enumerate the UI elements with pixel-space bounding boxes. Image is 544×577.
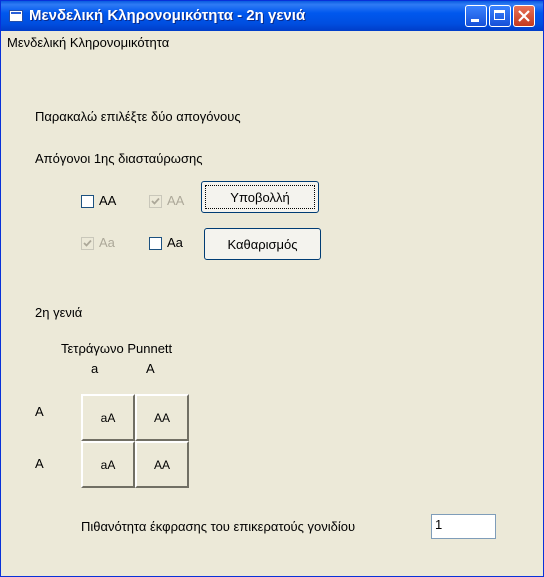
checkbox-aa-small-1[interactable] bbox=[81, 237, 94, 250]
checkbox-aa-2[interactable] bbox=[149, 195, 162, 208]
checkbox-aa-2-label: AA bbox=[167, 193, 185, 208]
checkbox-aa-1[interactable] bbox=[81, 195, 94, 208]
clear-button-label: Καθαρισμός bbox=[227, 236, 298, 252]
punnett-cell[interactable]: AA bbox=[135, 394, 189, 441]
punnett-row-header-1: A bbox=[35, 404, 44, 419]
probability-input[interactable]: 1 bbox=[431, 514, 496, 539]
punnett-cell[interactable]: aA bbox=[81, 441, 135, 488]
checkbox-aa-small-2-label: Aa bbox=[167, 235, 183, 250]
app-window: Μενδελική Κληρονομικότητα - 2η γενιά Μεν… bbox=[0, 0, 544, 577]
window-title: Μενδελική Κληρονομικότητα - 2η γενιά bbox=[29, 7, 306, 24]
probability-label: Πιθανότητα έκφρασης του επικερατούς γονι… bbox=[81, 519, 356, 534]
punnett-row-header-2: A bbox=[35, 456, 44, 471]
second-gen-label: 2η γενιά bbox=[35, 305, 83, 320]
app-icon[interactable] bbox=[9, 10, 23, 22]
submit-button[interactable]: Υποβολλή bbox=[201, 181, 319, 213]
minimize-button[interactable] bbox=[465, 5, 487, 27]
clear-button[interactable]: Καθαρισμός bbox=[204, 228, 321, 260]
punnett-cell[interactable]: AA bbox=[135, 441, 189, 488]
punnett-title: Τετράγωνο Punnett bbox=[61, 341, 173, 356]
instruction-label: Παρακαλώ επιλέξτε δύο απογόνους bbox=[35, 109, 241, 124]
checkbox-aa-small-2[interactable] bbox=[149, 237, 162, 250]
checkbox-aa-1-label: AA bbox=[99, 193, 117, 208]
checkmark-icon bbox=[151, 197, 160, 205]
maximize-button[interactable] bbox=[489, 5, 511, 27]
first-cross-label: Απόγονοι 1ης διασταύρωσης bbox=[35, 151, 203, 166]
submit-button-label: Υποβολλή bbox=[230, 189, 290, 205]
checkmark-icon bbox=[83, 239, 92, 247]
menu-mendelian[interactable]: Μενδελική Κληρονομικότητα bbox=[7, 35, 169, 50]
menu-bar: Μενδελική Κληρονομικότητα bbox=[1, 31, 543, 53]
punnett-col-header-A: A bbox=[146, 361, 155, 376]
close-button[interactable] bbox=[513, 5, 535, 27]
checkbox-aa-small-1-label: Aa bbox=[99, 235, 115, 250]
punnett-col-header-a: a bbox=[91, 361, 99, 376]
title-bar[interactable]: Μενδελική Κληρονομικότητα - 2η γενιά bbox=[1, 1, 543, 31]
punnett-cell[interactable]: aA bbox=[81, 394, 135, 441]
close-icon bbox=[518, 10, 530, 22]
